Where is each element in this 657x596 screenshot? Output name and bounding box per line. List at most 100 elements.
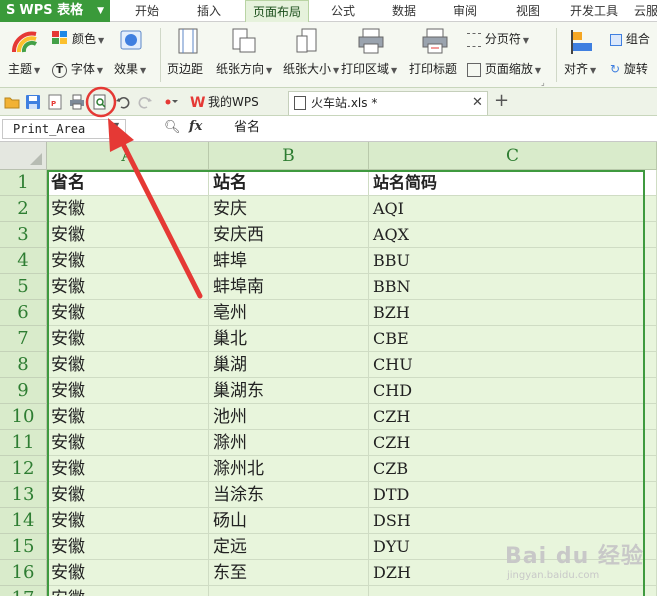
table-cell[interactable]: 安徽 xyxy=(47,534,209,560)
tab-data[interactable]: 数据 xyxy=(381,0,427,22)
tab-cloud[interactable]: 云服 xyxy=(634,0,657,22)
tab-my-wps[interactable]: W 我的WPS xyxy=(186,91,286,115)
row-header[interactable]: 2 xyxy=(0,196,47,222)
table-cell[interactable]: CHD xyxy=(369,378,657,404)
dialog-launcher-icon[interactable]: ⌟ xyxy=(541,78,545,87)
name-box[interactable]: Print_Area xyxy=(2,119,126,139)
table-cell[interactable]: 定远 xyxy=(209,534,369,560)
orientation-button[interactable]: 纸张方向 ▼ xyxy=(216,60,272,77)
insert-function-button[interactable]: fx xyxy=(189,119,202,134)
table-cell[interactable]: AQX xyxy=(369,222,657,248)
table-cell[interactable] xyxy=(369,586,657,596)
table-cell[interactable]: 巢湖东 xyxy=(209,378,369,404)
row-header[interactable]: 12 xyxy=(0,456,47,482)
table-cell[interactable]: BBN xyxy=(369,274,657,300)
group-button[interactable]: 组合 xyxy=(610,30,650,47)
print-icon[interactable] xyxy=(69,94,85,110)
tab-insert[interactable]: 插入 xyxy=(186,0,232,22)
row-header[interactable]: 6 xyxy=(0,300,47,326)
table-cell[interactable]: 蚌埠 xyxy=(209,248,369,274)
chevron-down-icon[interactable]: ▼ xyxy=(113,121,119,130)
table-cell[interactable]: CBE xyxy=(369,326,657,352)
table-cell[interactable]: 安徽 xyxy=(47,248,209,274)
table-cell[interactable]: 巢湖 xyxy=(209,352,369,378)
table-cell[interactable]: 亳州 xyxy=(209,300,369,326)
paper-size-button[interactable]: 纸张大小 ▼ xyxy=(283,60,339,77)
table-cell[interactable]: 蚌埠南 xyxy=(209,274,369,300)
row-header[interactable]: 3 xyxy=(0,222,47,248)
tab-file-train-station[interactable]: 火车站.xls * ✕ xyxy=(288,91,488,115)
header-cell[interactable]: 站名简码 xyxy=(369,170,657,196)
new-tab-icon[interactable]: + xyxy=(494,90,509,111)
row-header[interactable]: 11 xyxy=(0,430,47,456)
table-cell[interactable]: 安徽 xyxy=(47,222,209,248)
select-all-corner[interactable] xyxy=(0,142,47,170)
table-cell[interactable]: 安徽 xyxy=(47,196,209,222)
column-header-a[interactable]: A xyxy=(47,142,209,170)
export-pdf-icon[interactable]: P xyxy=(47,94,63,110)
row-header[interactable]: 9 xyxy=(0,378,47,404)
page-zoom-button[interactable]: 页面缩放 ▼ xyxy=(467,60,541,77)
tab-developer[interactable]: 开发工具 xyxy=(565,0,623,22)
redo-icon[interactable] xyxy=(137,94,153,110)
print-preview-icon[interactable] xyxy=(92,94,108,110)
row-header[interactable]: 10 xyxy=(0,404,47,430)
column-header-c[interactable]: C xyxy=(369,142,657,170)
table-cell[interactable]: 砀山 xyxy=(209,508,369,534)
page-break-button[interactable]: 分页符 ▼ xyxy=(467,30,529,47)
rotate-button[interactable]: ↻ 旋转 xyxy=(610,60,648,77)
table-cell[interactable]: 安庆西 xyxy=(209,222,369,248)
row-header[interactable]: 14 xyxy=(0,508,47,534)
undo-icon[interactable] xyxy=(115,94,131,110)
row-header[interactable]: 7 xyxy=(0,326,47,352)
tab-review[interactable]: 审阅 xyxy=(442,0,488,22)
table-cell[interactable]: 安徽 xyxy=(47,300,209,326)
table-cell[interactable]: 当涂东 xyxy=(209,482,369,508)
table-cell[interactable]: 安徽 xyxy=(47,378,209,404)
row-header[interactable]: 17 xyxy=(0,586,47,596)
table-cell[interactable]: 安徽 xyxy=(47,560,209,586)
table-cell[interactable]: 安徽 xyxy=(47,586,209,596)
row-header[interactable]: 4 xyxy=(0,248,47,274)
table-cell[interactable]: DTD xyxy=(369,482,657,508)
search-icon[interactable]: 🔍︎ xyxy=(164,120,181,135)
table-cell[interactable]: CZH xyxy=(369,430,657,456)
row-header[interactable]: 8 xyxy=(0,352,47,378)
row-header[interactable]: 13 xyxy=(0,482,47,508)
table-cell[interactable]: AQI xyxy=(369,196,657,222)
table-cell[interactable]: 滁州 xyxy=(209,430,369,456)
save-icon[interactable] xyxy=(25,94,41,110)
table-cell[interactable]: 滁州北 xyxy=(209,456,369,482)
table-cell[interactable]: CZH xyxy=(369,404,657,430)
formula-input[interactable]: 省名 xyxy=(222,119,652,139)
table-cell[interactable]: 安徽 xyxy=(47,352,209,378)
header-cell[interactable]: 站名 xyxy=(209,170,369,196)
table-cell[interactable]: 安徽 xyxy=(47,456,209,482)
tab-formulas[interactable]: 公式 xyxy=(320,0,366,22)
table-cell[interactable]: 安徽 xyxy=(47,274,209,300)
print-titles-button[interactable]: 打印标题 xyxy=(409,60,457,77)
colors-button[interactable]: 颜色 ▼ xyxy=(72,30,104,47)
table-cell[interactable]: 池州 xyxy=(209,404,369,430)
column-header-b[interactable]: B xyxy=(209,142,369,170)
tab-page-layout[interactable]: 页面布局 xyxy=(245,0,309,22)
row-header[interactable]: 15 xyxy=(0,534,47,560)
row-header[interactable]: 5 xyxy=(0,274,47,300)
table-cell[interactable]: 安徽 xyxy=(47,482,209,508)
header-cell[interactable]: 省名 xyxy=(47,170,209,196)
table-cell[interactable]: BZH xyxy=(369,300,657,326)
table-cell[interactable]: BBU xyxy=(369,248,657,274)
open-folder-icon[interactable] xyxy=(4,94,20,110)
table-cell[interactable]: 东至 xyxy=(209,560,369,586)
close-tab-icon[interactable]: ✕ xyxy=(472,92,483,114)
app-menu-button[interactable]: S WPS 表格 ▼ xyxy=(0,0,110,22)
table-cell[interactable]: 安徽 xyxy=(47,430,209,456)
table-cell[interactable]: CHU xyxy=(369,352,657,378)
effects-button[interactable]: 效果 ▼ xyxy=(114,60,146,77)
font-theme-button[interactable]: T 字体 ▼ xyxy=(52,60,103,78)
row-header[interactable]: 1 xyxy=(0,170,47,196)
tab-home[interactable]: 开始 xyxy=(124,0,170,22)
align-button[interactable]: 对齐 ▼ xyxy=(564,60,596,77)
table-cell[interactable]: 安徽 xyxy=(47,326,209,352)
table-cell[interactable] xyxy=(209,586,369,596)
